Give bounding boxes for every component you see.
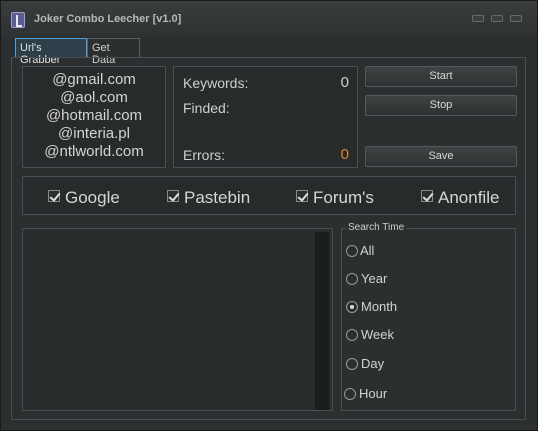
forums-checkbox[interactable]: Forum's <box>296 188 381 208</box>
radio-day-label: Day <box>361 356 385 371</box>
radio-day[interactable]: Day <box>346 356 406 374</box>
check-icon <box>421 190 433 202</box>
pastebin-checkbox[interactable]: Pastebin <box>167 188 257 208</box>
radio-month-label: Month <box>361 299 398 314</box>
check-icon <box>167 190 179 202</box>
email-domain-item: @aol.com <box>60 89 128 106</box>
radio-circle-icon <box>346 273 358 285</box>
app-window: Joker Combo Leecher [v1.0] Url's Grabber… <box>0 0 538 431</box>
radio-year-label: Year <box>361 271 388 286</box>
google-checkbox[interactable]: Google <box>48 188 128 208</box>
window-title: Joker Combo Leecher [v1.0] <box>34 13 182 25</box>
keywords-count: 0 <box>340 74 349 91</box>
radio-circle-icon <box>346 358 358 370</box>
check-icon <box>296 190 308 202</box>
radio-circle-icon <box>346 245 358 257</box>
results-scrollbar[interactable] <box>315 232 329 410</box>
title-bar[interactable]: Joker Combo Leecher [v1.0] <box>1 1 537 37</box>
google-label: Google <box>65 188 120 207</box>
keywords-label: Keywords: <box>183 75 249 91</box>
radio-all[interactable]: All <box>346 243 406 261</box>
radio-all-label: All <box>360 243 375 258</box>
radio-week[interactable]: Week <box>346 327 406 345</box>
anonfile-label: Anonfile <box>438 188 500 207</box>
email-domain-item: @ntlworld.com <box>44 143 144 160</box>
radio-week-label: Week <box>361 327 394 342</box>
stats-panel: Keywords: 0 Finded: Errors: 0 <box>173 66 358 168</box>
minimize-button[interactable] <box>472 15 484 22</box>
forums-label: Forum's <box>313 188 374 207</box>
radio-year[interactable]: Year <box>346 271 406 289</box>
radio-circle-icon <box>344 388 356 400</box>
email-domain-item: @interia.pl <box>58 125 130 142</box>
radio-hour[interactable]: Hour <box>344 386 404 404</box>
email-domain-item: @hotmail.com <box>45 107 143 124</box>
errors-count: 0 <box>340 146 349 163</box>
email-domain-item: @gmail.com <box>52 71 136 88</box>
finded-label: Finded: <box>183 100 230 116</box>
radio-circle-icon <box>346 329 358 341</box>
maximize-button[interactable] <box>491 15 503 22</box>
stop-button[interactable]: Stop <box>365 95 517 116</box>
app-icon <box>11 12 25 28</box>
radio-hour-label: Hour <box>359 386 388 401</box>
tab-get-data[interactable]: Get Data <box>87 38 140 66</box>
radio-selected-icon <box>346 301 358 313</box>
pastebin-label: Pastebin <box>184 188 251 207</box>
start-button[interactable]: Start <box>365 66 517 87</box>
results-textarea[interactable] <box>22 228 333 411</box>
errors-label: Errors: <box>183 147 225 163</box>
tab-urls-grabber[interactable]: Url's Grabber <box>15 38 87 66</box>
email-domains-list: @gmail.com @aol.com @hotmail.com @interi… <box>22 66 166 168</box>
radio-month[interactable]: Month <box>346 299 416 317</box>
anonfile-checkbox[interactable]: Anonfile <box>421 188 511 208</box>
save-button[interactable]: Save <box>365 146 517 167</box>
check-icon <box>48 190 60 202</box>
search-time-title: Search Time <box>346 222 407 233</box>
close-button[interactable] <box>510 15 522 22</box>
